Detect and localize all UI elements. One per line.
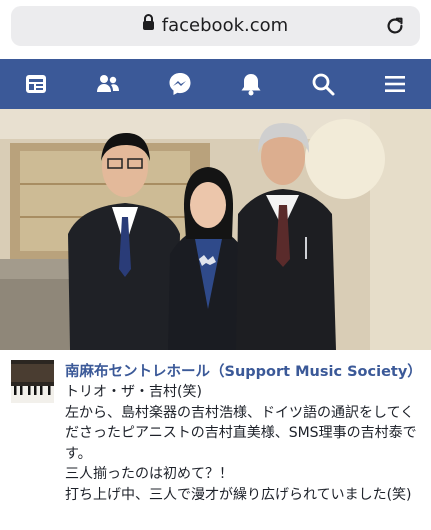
browser-bar: facebook.com xyxy=(0,0,431,56)
search-icon xyxy=(312,73,335,96)
news-feed-button[interactable] xyxy=(16,64,56,104)
friends-button[interactable] xyxy=(88,64,128,104)
lock-icon xyxy=(142,14,154,30)
post-photo[interactable] xyxy=(0,109,431,350)
post-line: 左から、島村楽器の吉村浩様、ドイツ語の通訳をしてくださったピアニストの吉村直美様… xyxy=(65,404,417,462)
post: 南麻布セントレホール（Support Music Society） トリオ・ザ・… xyxy=(0,350,431,530)
notifications-button[interactable] xyxy=(231,64,271,104)
news-feed-icon xyxy=(25,75,46,93)
piano-thumbnail xyxy=(11,360,54,403)
post-line: トリオ・ザ・吉村(笑) xyxy=(65,384,202,400)
page-name-link[interactable]: 南麻布セントレホール（Support Music Society） xyxy=(65,360,422,381)
messenger-icon xyxy=(169,73,191,95)
friends-icon xyxy=(96,75,119,92)
menu-button[interactable] xyxy=(375,64,415,104)
url-text: facebook.com xyxy=(161,15,289,36)
messenger-button[interactable] xyxy=(160,64,200,104)
menu-icon xyxy=(385,76,406,92)
page-avatar[interactable] xyxy=(11,360,54,403)
group-photo-illustration xyxy=(0,109,431,350)
facebook-nav-bar xyxy=(0,59,431,109)
post-line: 三人揃ったのは初めて？！ xyxy=(65,466,233,482)
search-button[interactable] xyxy=(303,64,343,104)
post-text: トリオ・ザ・吉村(笑) 左から、島村楽器の吉村浩様、ドイツ語の通訳をしてくださっ… xyxy=(65,382,420,505)
post-line: 打ち上げ中、三人で漫才が繰り広げられていました(笑) xyxy=(65,486,412,503)
notifications-bell-icon xyxy=(241,74,261,96)
reload-icon[interactable] xyxy=(384,15,406,37)
address-bar[interactable]: facebook.com xyxy=(11,6,420,46)
url-display[interactable]: facebook.com xyxy=(11,14,420,36)
